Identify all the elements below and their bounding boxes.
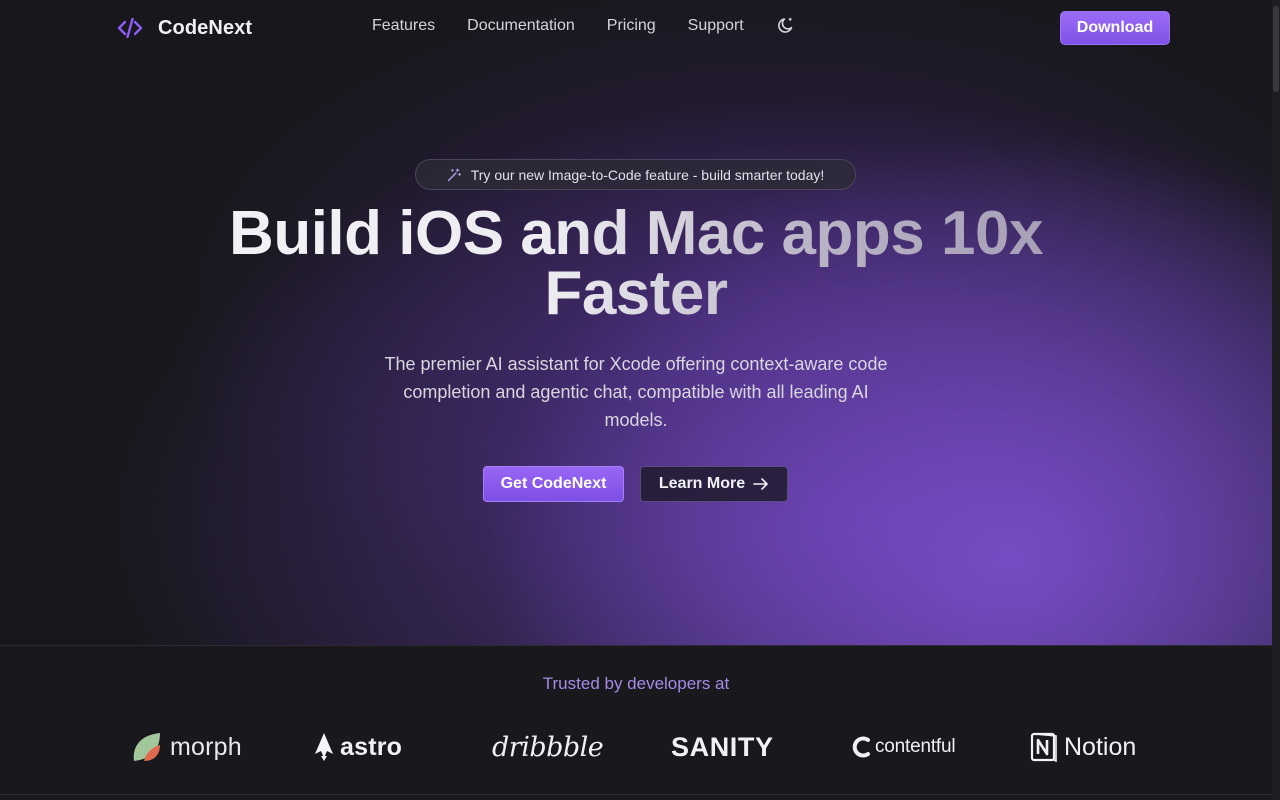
notion-logo-text: Notion (1064, 732, 1137, 761)
scrollbar-thumb[interactable] (1273, 6, 1279, 92)
nav-link-documentation[interactable]: Documentation (467, 17, 575, 35)
notion-logo: Notion (1030, 728, 1136, 766)
morph-logo-text: morph (170, 732, 242, 761)
page: CodeNext Features Documentation Pricing … (0, 0, 1272, 800)
top-navigation: CodeNext Features Documentation Pricing … (0, 0, 1272, 56)
learn-more-button[interactable]: Learn More (640, 466, 788, 502)
dribbble-logo: dribbble (492, 728, 604, 766)
morph-leaf-icon (133, 733, 160, 761)
brand-name: CodeNext (158, 16, 253, 39)
moon-icon[interactable] (776, 15, 796, 35)
sanity-logo-text: SANITY (671, 731, 774, 762)
astro-rocket-icon (315, 733, 333, 761)
headline-line-1: Build iOS and Mac apps 10x (229, 199, 1043, 268)
contentful-c-icon (852, 736, 870, 758)
nav-links: Features Documentation Pricing Support (372, 17, 796, 35)
magic-wand-icon (447, 167, 461, 181)
nav-link-pricing[interactable]: Pricing (607, 17, 656, 35)
hero-headline: Build iOS and Mac apps 10x Faster (200, 204, 1072, 324)
contentful-logo: contentful (851, 728, 956, 766)
page-scrollbar[interactable] (1272, 0, 1280, 800)
trusted-heading: Trusted by developers at (542, 674, 730, 693)
section-divider (0, 645, 1272, 646)
brand-link[interactable]: CodeNext (116, 14, 252, 42)
cta-row: Get CodeNext Learn More (483, 466, 788, 502)
headline-line-2: Faster (544, 259, 728, 328)
sanity-logo: SANITY (671, 728, 774, 766)
hero-subtitle: The premier AI assistant for Xcode offer… (384, 354, 888, 430)
nav-link-support[interactable]: Support (688, 17, 744, 35)
get-codenext-button[interactable]: Get CodeNext (483, 466, 624, 502)
nav-link-features[interactable]: Features (372, 17, 435, 35)
learn-more-label: Learn More (658, 475, 746, 492)
code-brackets-icon (117, 17, 143, 39)
astro-logo-text: astro (340, 732, 403, 761)
astro-logo: astro (314, 728, 402, 766)
morph-logo: morph (130, 728, 242, 766)
contentful-logo-text: contentful (875, 736, 956, 757)
notion-n-icon (1030, 732, 1057, 762)
announcement-pill[interactable]: Try our new Image-to-Code feature - buil… (415, 159, 856, 190)
download-button[interactable]: Download (1060, 11, 1170, 45)
section-divider (0, 794, 1272, 795)
dribbble-logo-text: dribbble (492, 731, 604, 763)
announcement-text: Try our new Image-to-Code feature - buil… (470, 166, 825, 183)
arrow-right-icon (753, 478, 768, 490)
